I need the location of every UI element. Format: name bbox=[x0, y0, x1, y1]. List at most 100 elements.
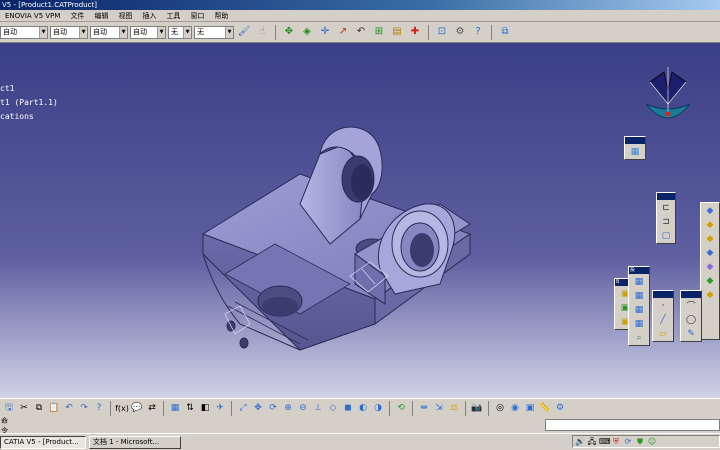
grid-icon[interactable]: ▦ bbox=[633, 275, 646, 288]
network-icon[interactable]: 🖧 bbox=[587, 437, 597, 447]
taskbar-button-catia[interactable]: CATIA V5 - [Product... bbox=[0, 435, 86, 449]
shield-icon[interactable]: ⛊ bbox=[635, 437, 645, 447]
point-type-combo[interactable]: 无 ▼ bbox=[168, 25, 192, 39]
command-input[interactable] bbox=[545, 419, 720, 431]
properties-painter-icon[interactable]: 🖌 bbox=[236, 24, 252, 40]
measure-item-icon[interactable]: ⇲ bbox=[432, 401, 446, 417]
hide-show-icon[interactable]: ◐ bbox=[356, 401, 370, 417]
camera-icon[interactable]: 📷 bbox=[470, 401, 484, 417]
move-icon[interactable]: ✥ bbox=[281, 24, 297, 40]
cube-icon[interactable]: ◆ bbox=[704, 274, 717, 287]
3d-viewport[interactable]: ct1 t1 (Part1.1) cations ▦ ⊏ ⊐ ▢ ◆ ◆ ◆ ◆… bbox=[0, 44, 720, 398]
view-icon[interactable]: ◧ bbox=[198, 401, 212, 417]
colors-icon[interactable]: ✚ bbox=[407, 24, 423, 40]
apply-material-icon[interactable]: ▦ bbox=[629, 145, 642, 158]
cube-icon[interactable]: ◆ bbox=[704, 288, 717, 301]
layer-combo[interactable]: 无 ▼ bbox=[194, 25, 234, 39]
sketch-icon[interactable]: ✎ bbox=[685, 327, 698, 340]
security-icon[interactable]: ⛨ bbox=[611, 437, 621, 447]
hand-icon[interactable]: ☝ bbox=[254, 24, 270, 40]
compass-handle-icon[interactable] bbox=[665, 111, 671, 117]
measure-between-icon[interactable]: ⇹ bbox=[417, 401, 431, 417]
menu-item-tools[interactable]: 工具 bbox=[161, 11, 185, 21]
comment-icon[interactable]: 💬 bbox=[130, 401, 144, 417]
knowledge-icon[interactable]: ⚙ bbox=[553, 401, 567, 417]
sort-icon[interactable]: ⇅ bbox=[183, 401, 197, 417]
measure-icon[interactable]: ↗ bbox=[335, 24, 351, 40]
analysis-icon[interactable]: ▤ bbox=[389, 24, 405, 40]
fix-icon[interactable]: ⊞ bbox=[371, 24, 387, 40]
inertia-icon[interactable]: ⚖ bbox=[447, 401, 461, 417]
menu-item-window[interactable]: 窗口 bbox=[185, 11, 209, 21]
chevron-down-icon: ▼ bbox=[39, 26, 47, 38]
cut-icon[interactable]: ✂ bbox=[17, 401, 31, 417]
constraint-icon[interactable]: ↶ bbox=[353, 24, 369, 40]
catalog-icon[interactable]: ⊡ bbox=[434, 24, 450, 40]
cube-icon[interactable]: ◆ bbox=[704, 232, 717, 245]
save-icon[interactable]: 🖫 bbox=[2, 401, 16, 417]
transparency-combo[interactable]: 自动 ▼ bbox=[50, 25, 88, 39]
circle-icon[interactable]: ◯ bbox=[685, 313, 698, 326]
grid-icon[interactable]: ▦ bbox=[633, 317, 646, 330]
grid-icon[interactable]: ▦ bbox=[633, 289, 646, 302]
toolbar-separator bbox=[412, 401, 413, 416]
manipulate-icon[interactable]: ✛ bbox=[317, 24, 333, 40]
fit-all-icon[interactable]: ⤢ bbox=[236, 401, 250, 417]
update-icon[interactable]: ⟲ bbox=[394, 401, 408, 417]
point-icon[interactable]: · bbox=[657, 299, 670, 312]
shading-icon[interactable]: ◼ bbox=[341, 401, 355, 417]
menu-item-view[interactable]: 视图 bbox=[113, 11, 137, 21]
zoom-in-icon[interactable]: ⊕ bbox=[281, 401, 295, 417]
tool-icon[interactable]: ▢ bbox=[660, 229, 673, 242]
cube-icon[interactable]: ◆ bbox=[704, 218, 717, 231]
bracket-part-model[interactable] bbox=[0, 44, 720, 398]
menu-item-insert[interactable]: 插入 bbox=[137, 11, 161, 21]
tool-icon[interactable]: ⊏ bbox=[660, 201, 673, 214]
undo-icon[interactable]: ↶ bbox=[62, 401, 76, 417]
taskbar-button-word[interactable]: 文档 1 - Microsoft... bbox=[89, 435, 181, 449]
swap-visible-icon[interactable]: ◑ bbox=[371, 401, 385, 417]
cube-icon[interactable]: ◆ bbox=[704, 246, 717, 259]
iso-view-icon[interactable]: ◇ bbox=[326, 401, 340, 417]
msn-icon[interactable]: ☺ bbox=[647, 437, 657, 447]
copy-icon[interactable]: ⧉ bbox=[32, 401, 46, 417]
swap-icon[interactable]: ⇄ bbox=[145, 401, 159, 417]
whatsthis-icon[interactable]: ? bbox=[92, 401, 106, 417]
cube-icon[interactable]: ◆ bbox=[704, 260, 717, 273]
product-icon[interactable]: ⧉ bbox=[497, 24, 513, 40]
apply-material-icon[interactable]: ▣ bbox=[523, 401, 537, 417]
tools-icon[interactable]: ⚙ bbox=[452, 24, 468, 40]
magnifier-icon[interactable]: ⌕ bbox=[633, 331, 646, 344]
fly-icon[interactable]: ✈ bbox=[213, 401, 227, 417]
menu-item-help[interactable]: 帮助 bbox=[209, 11, 233, 21]
ime-icon[interactable]: ⌨ bbox=[599, 437, 611, 447]
plane-icon[interactable]: ▱ bbox=[657, 327, 670, 340]
color-combo[interactable]: 自动 ▼ bbox=[0, 25, 48, 39]
ruler-icon[interactable]: 📏 bbox=[538, 401, 552, 417]
snap-icon[interactable]: ◈ bbox=[299, 24, 315, 40]
volume-icon[interactable]: 🔊 bbox=[575, 437, 585, 447]
rotate-icon[interactable]: ⟳ bbox=[266, 401, 280, 417]
materials-icon[interactable]: ◉ bbox=[508, 401, 522, 417]
compass-icon[interactable]: ◎ bbox=[493, 401, 507, 417]
update-icon[interactable]: ⟳ bbox=[623, 437, 633, 447]
redo-icon[interactable]: ↷ bbox=[77, 401, 91, 417]
paste-icon[interactable]: 📋 bbox=[47, 401, 61, 417]
normal-view-icon[interactable]: ⟂ bbox=[311, 401, 325, 417]
cube-icon[interactable]: ◆ bbox=[704, 204, 717, 217]
help-icon[interactable]: ? bbox=[470, 24, 486, 40]
formula-icon[interactable]: f(x) bbox=[115, 401, 129, 417]
line-icon[interactable]: ╱ bbox=[657, 313, 670, 326]
pan-icon[interactable]: ✥ bbox=[251, 401, 265, 417]
zoom-out-icon[interactable]: ⊖ bbox=[296, 401, 310, 417]
curve-icon[interactable]: ⌒ bbox=[685, 299, 698, 312]
compass-widget[interactable] bbox=[638, 62, 698, 132]
menu-item-file[interactable]: 文件 bbox=[65, 11, 89, 21]
tool-icon[interactable]: ⊐ bbox=[660, 215, 673, 228]
menu-item-enovia[interactable]: ENOVIA V5 VPM bbox=[0, 12, 65, 20]
line-weight-combo[interactable]: 自动 ▼ bbox=[90, 25, 128, 39]
menu-item-edit[interactable]: 编辑 bbox=[89, 11, 113, 21]
table-icon[interactable]: ▦ bbox=[168, 401, 182, 417]
grid-icon[interactable]: ▦ bbox=[633, 303, 646, 316]
line-type-combo[interactable]: 自动 ▼ bbox=[130, 25, 166, 39]
